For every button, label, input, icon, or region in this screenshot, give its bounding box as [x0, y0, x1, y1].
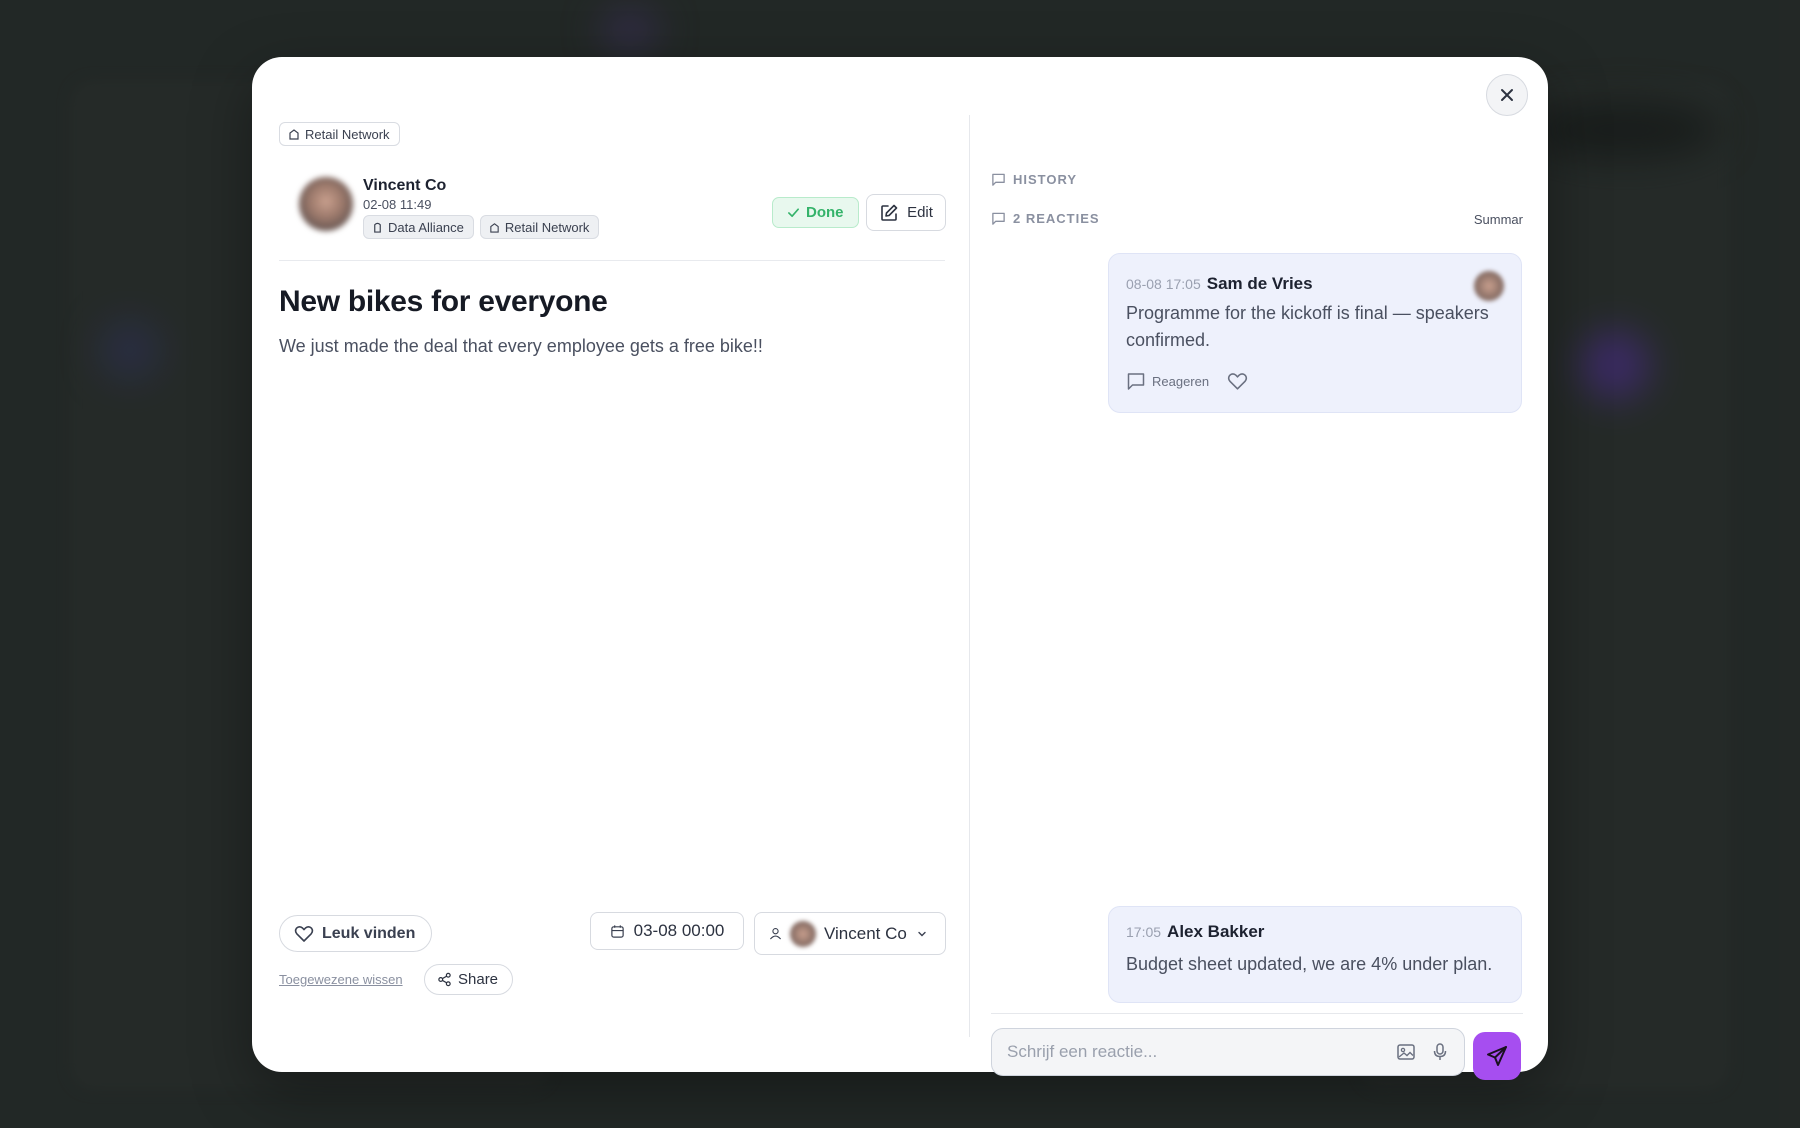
comment-text: Programme for the kickoff is final — spe… [1126, 303, 1489, 350]
heart-icon [294, 925, 314, 942]
reply-label: Reageren [1152, 373, 1210, 389]
share-button[interactable]: Share [424, 964, 514, 995]
message-icon [992, 173, 1005, 186]
post-title: New bikes for everyone [279, 285, 608, 318]
reply-input-box [991, 1028, 1465, 1076]
message-icon [1127, 373, 1145, 390]
heart-icon [1227, 372, 1248, 390]
author-tag-label: Data Alliance [388, 219, 464, 235]
send-button[interactable] [1473, 1032, 1521, 1080]
comment-avatar[interactable] [1474, 271, 1504, 301]
share-icon [438, 972, 451, 987]
reply-button[interactable]: Reageren [1126, 371, 1209, 391]
author-name[interactable]: Vincent Co [363, 177, 446, 195]
due-date-value: 03-08 00:00 [633, 921, 725, 940]
like-label: Leuk vinden [322, 924, 416, 942]
comments-pane: HISTORY 2 REACTIES Summar 08-08 17:05 Sam… [991, 115, 1523, 1080]
post-timestamp: 02-08 11:49 [363, 197, 432, 212]
comment-actions: Reageren [1126, 371, 1248, 391]
author-tag[interactable]: Retail Network [479, 215, 600, 239]
image-icon [1397, 1044, 1415, 1060]
author-avatar[interactable] [299, 177, 353, 231]
comment-author[interactable]: Alex Bakker [1167, 922, 1264, 941]
chevron-down-icon [918, 931, 926, 936]
assignee-name: Vincent Co [824, 923, 907, 943]
post-detail-modal: Retail Network Vincent Co 02-08 11:49 Da… [252, 57, 1548, 1080]
history-section-header[interactable]: HISTORY [991, 172, 1077, 187]
reply-input[interactable] [992, 1042, 1396, 1062]
author-tag-label: Retail Network [504, 219, 590, 235]
author-tag[interactable]: Data Alliance [363, 215, 474, 239]
check-icon [788, 208, 799, 218]
reactions-section-header: 2 REACTIES [991, 211, 1100, 226]
voice-record-button[interactable] [1432, 1042, 1448, 1062]
assignee-select[interactable]: Vincent Co [754, 912, 946, 955]
send-icon [1487, 1046, 1507, 1066]
message-icon [992, 212, 1005, 225]
summary-link[interactable]: Summar [1474, 212, 1523, 227]
close-icon [1501, 89, 1513, 101]
building-icon [374, 222, 381, 233]
like-button[interactable]: Leuk vinden [279, 915, 433, 952]
group-tag[interactable]: Retail Network [279, 122, 400, 146]
post-pane: Retail Network Vincent Co 02-08 11:49 Da… [279, 122, 946, 1044]
attach-image-button[interactable] [1396, 1042, 1416, 1062]
share-label: Share [458, 971, 499, 988]
edit-button[interactable]: Edit [866, 194, 946, 231]
close-button[interactable] [1486, 74, 1528, 116]
due-date-picker[interactable]: 03-08 00:00 [590, 912, 744, 950]
status-label: Done [806, 204, 844, 221]
pane-divider [969, 115, 970, 1037]
comment-meta: 08-08 17:05 Sam de Vries [1126, 274, 1313, 294]
comment-author[interactable]: Sam de Vries [1207, 274, 1313, 293]
author-tags: Data Alliance Retail Network [363, 215, 600, 239]
comment-text: Budget sheet updated, we are 4% under pl… [1126, 954, 1493, 974]
history-label: HISTORY [1013, 172, 1078, 187]
calendar-icon [610, 924, 624, 938]
building-icon [490, 222, 499, 233]
reactions-count: 2 REACTIES [1013, 211, 1100, 226]
group-tag-label: Retail Network [305, 126, 390, 142]
comment-like-button[interactable] [1227, 372, 1248, 391]
input-divider [991, 1013, 1523, 1014]
clear-assignees-link[interactable]: Toegewezene wissen [279, 972, 403, 987]
user-icon [769, 928, 782, 940]
comment-meta: 17:05 Alex Bakker [1126, 922, 1264, 942]
comment-card: 17:05 Alex Bakker Budget sheet updated, w… [1108, 906, 1522, 1003]
mic-icon [1433, 1043, 1447, 1060]
assignee-avatar [790, 920, 816, 947]
post-header: Vincent Co 02-08 11:49 Data Alliance Ret… [279, 177, 946, 261]
status-badge[interactable]: Done [772, 197, 859, 228]
comment-card: 08-08 17:05 Sam de Vries Programme for th… [1108, 253, 1522, 413]
building-icon [289, 129, 299, 140]
edit-label: Edit [907, 204, 933, 221]
edit-icon [881, 204, 898, 221]
comment-time: 17:05 [1126, 924, 1162, 940]
post-body: We just made the deal that every employe… [279, 336, 763, 356]
comment-time: 08-08 17:05 [1126, 276, 1201, 292]
